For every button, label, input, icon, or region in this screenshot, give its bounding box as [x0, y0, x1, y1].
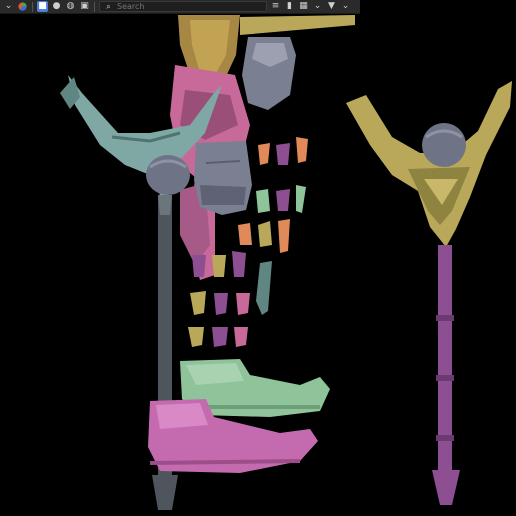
viewport-header-toolbar: ⌄ ■ ● ◍ ▣ ⌕ ≡ ▮ ▦ ⌄ ▼ ⌄	[0, 0, 360, 14]
chevron-down-icon[interactable]: ⌄	[312, 1, 323, 12]
sculpt-render	[60, 15, 512, 510]
globe-icon[interactable]: ◍	[65, 1, 76, 12]
magnifier-icon: ⌕	[106, 1, 111, 11]
purple-staff-shaft[interactable]	[432, 245, 460, 505]
object-mode-icon[interactable]: ■	[37, 1, 48, 12]
helmet-piece[interactable]	[242, 37, 296, 110]
toolbar-separator	[94, 1, 95, 12]
color-wheel-icon[interactable]	[17, 1, 28, 12]
sphere-icon[interactable]: ●	[51, 1, 62, 12]
search-input[interactable]	[117, 2, 257, 11]
gold-staff-head[interactable]	[346, 81, 512, 247]
list-icon[interactable]: ≡	[270, 1, 281, 12]
layout-icon[interactable]: ▦	[298, 1, 309, 12]
toolbar-separator	[32, 1, 33, 12]
gauntlet[interactable]	[194, 141, 252, 215]
chevron-down-icon[interactable]: ⌄	[3, 1, 14, 12]
image-icon[interactable]: ▣	[79, 1, 90, 12]
bookmark-icon[interactable]: ▮	[284, 1, 295, 12]
chevron-down-icon[interactable]: ⌄	[340, 1, 351, 12]
filter-icon[interactable]: ▼	[326, 1, 337, 12]
search-field[interactable]: ⌕	[99, 1, 267, 12]
3d-viewport[interactable]	[0, 15, 516, 516]
